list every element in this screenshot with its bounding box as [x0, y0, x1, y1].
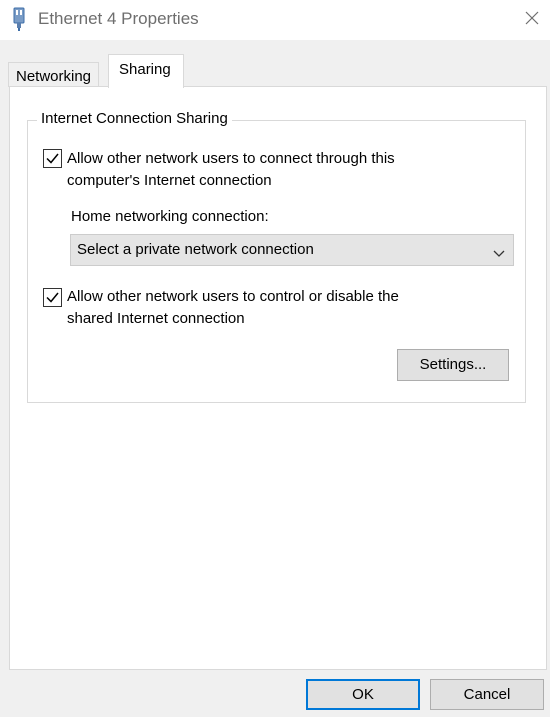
tab-sharing-label: Sharing — [119, 61, 171, 78]
settings-button[interactable]: Settings... — [397, 349, 509, 381]
window-title: Ethernet 4 Properties — [38, 9, 199, 28]
allow-connect-label-line2: computer's Internet connection — [67, 172, 272, 189]
home-networking-dropdown[interactable]: Select a private network connection — [70, 234, 514, 266]
home-networking-label: Home networking connection: — [71, 208, 269, 225]
allow-connect-label-line1: Allow other network users to connect thr… — [67, 150, 395, 167]
ok-button[interactable]: OK — [306, 679, 420, 710]
checkmark-icon — [46, 153, 59, 164]
network-adapter-icon — [10, 7, 28, 31]
allow-control-label[interactable]: Allow other network users to control or … — [67, 286, 467, 330]
cancel-button[interactable]: Cancel — [430, 679, 544, 710]
allow-control-label-line1: Allow other network users to control or … — [67, 288, 399, 305]
tab-sharing[interactable]: Sharing — [108, 54, 184, 88]
allow-control-label-line2: shared Internet connection — [67, 310, 245, 327]
chevron-down-icon — [493, 245, 505, 263]
allow-connect-checkbox[interactable] — [43, 149, 62, 168]
tab-networking-label: Networking — [16, 68, 92, 85]
checkmark-icon — [46, 292, 59, 303]
group-title: Internet Connection Sharing — [37, 110, 232, 128]
allow-connect-label[interactable]: Allow other network users to connect thr… — [67, 148, 467, 192]
close-icon[interactable] — [520, 6, 544, 30]
allow-control-checkbox[interactable] — [43, 288, 62, 307]
tab-networking[interactable]: Networking — [8, 62, 100, 87]
home-networking-dropdown-value: Select a private network connection — [77, 241, 314, 258]
title-bar: Ethernet 4 Properties — [0, 0, 550, 40]
